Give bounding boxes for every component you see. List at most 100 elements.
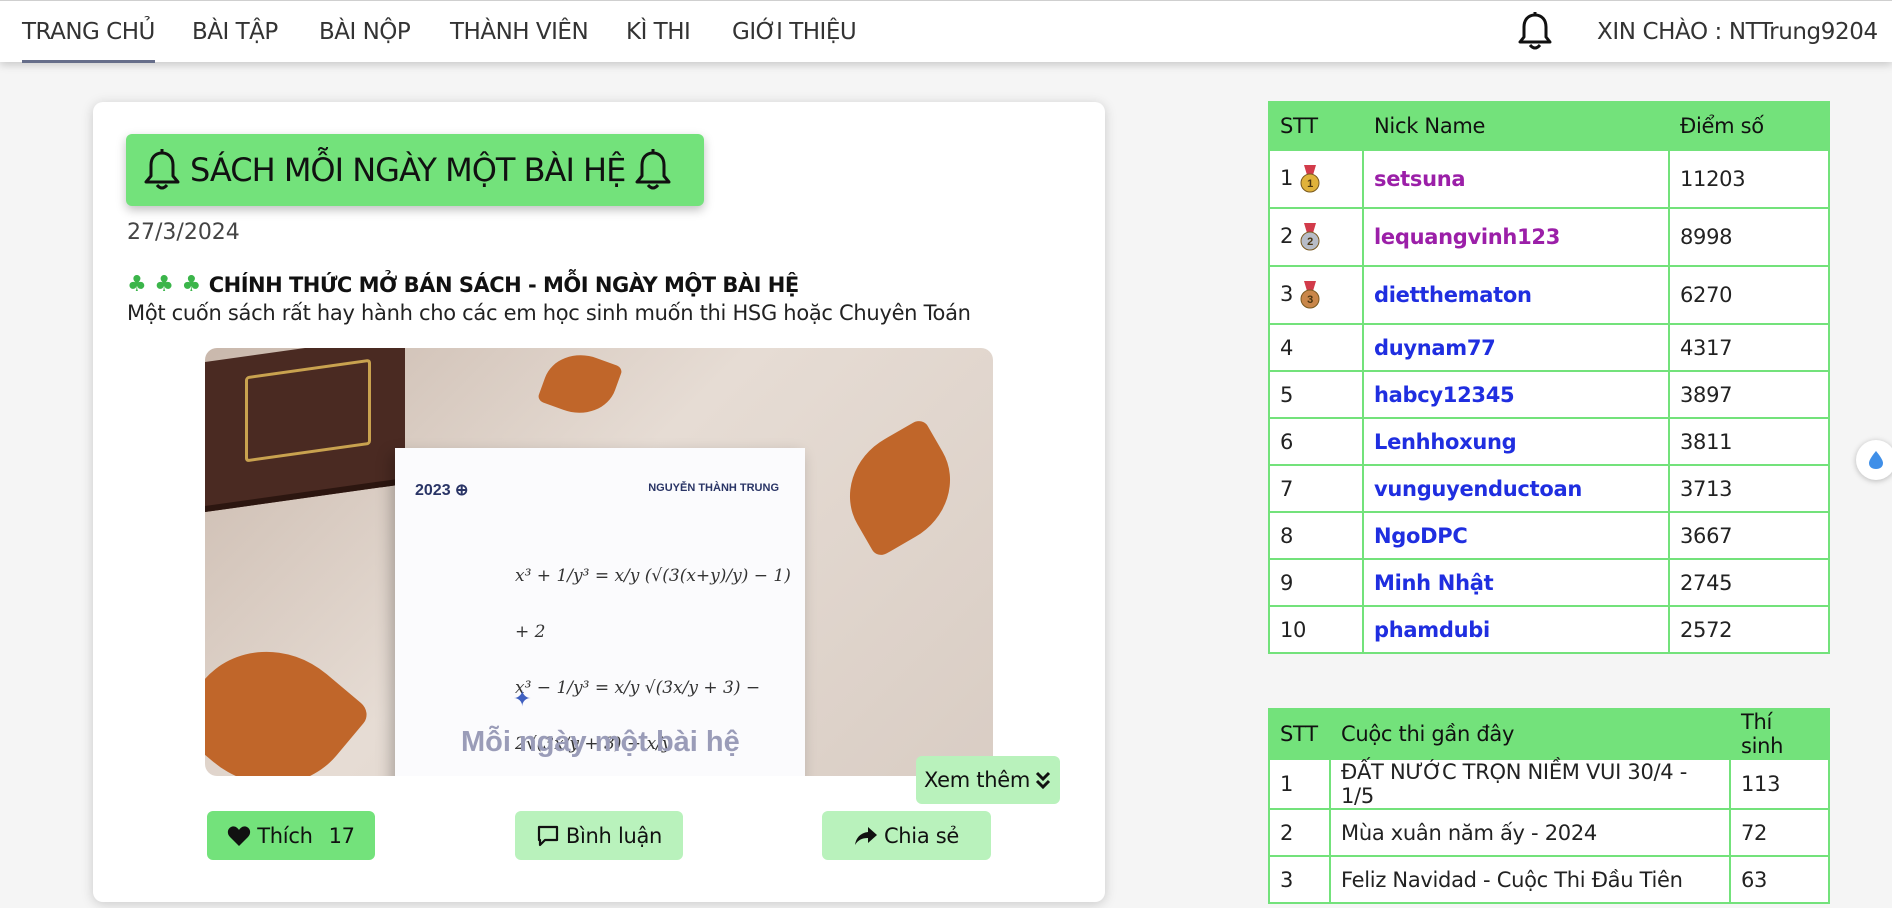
contest-name[interactable]: Mùa xuân năm ấy - 2024: [1329, 808, 1731, 857]
medal-bronze-icon: 3: [1300, 281, 1320, 309]
ranking-stt-text: 7: [1280, 476, 1294, 501]
post-card: SÁCH MỖI NGÀY MỘT BÀI HỆ 27/3/2024 ♣ ♣ ♣…: [93, 102, 1105, 902]
contest-name[interactable]: ĐẤT NƯỚC TRỌN NIỀM VUI 30/4 - 1/5: [1329, 758, 1731, 810]
post-date: 27/3/2024: [127, 220, 240, 245]
ranking-nick[interactable]: NgoDPC: [1362, 511, 1670, 560]
ranking-nick[interactable]: setsuna: [1362, 149, 1670, 209]
chevron-double-down-icon: [1035, 771, 1051, 790]
ranking-nick[interactable]: vunguyenductoan: [1362, 464, 1670, 513]
notification-bell-icon[interactable]: [1515, 11, 1555, 53]
post-description: Một cuốn sách rất hay hành cho các em họ…: [127, 301, 971, 325]
svg-text:2: 2: [1307, 236, 1313, 248]
contest-table: STT Cuộc thi gần đây Thí sinh 1 ĐẤT NƯỚC …: [1268, 708, 1830, 904]
contest-stt: 2: [1268, 808, 1331, 857]
ranking-nick[interactable]: lequangvinh123: [1362, 207, 1670, 267]
see-more-button[interactable]: Xem thêm: [916, 756, 1060, 804]
heart-icon: [228, 825, 251, 846]
ranking-stt-text: 9: [1280, 570, 1294, 595]
user-greeting[interactable]: XIN CHÀO : NTTrung9204: [1597, 1, 1878, 63]
nav-about[interactable]: GIỚI THIỆU: [732, 1, 857, 63]
ranking-stt-text: 3: [1280, 282, 1294, 306]
ranking-nick[interactable]: habcy12345: [1362, 370, 1670, 419]
like-count: 17: [328, 823, 355, 848]
nav-home[interactable]: TRANG CHỦ: [22, 1, 155, 63]
post-image[interactable]: 2023 ⊕ NGUYỄN THÀNH TRUNG x³ + 1/y³ = x/…: [205, 348, 993, 776]
ranking-row: 1 1 setsuna 11203: [1268, 149, 1830, 209]
ranking-stt: 8: [1268, 511, 1364, 560]
nav-exercises[interactable]: BÀI TẬP: [192, 1, 278, 63]
bell-icon: [635, 149, 671, 190]
see-more-label: Xem thêm: [923, 768, 1030, 792]
ranking-score: 4317: [1668, 323, 1830, 372]
ranking-nick[interactable]: Lenhhoxung: [1362, 417, 1670, 466]
leaf-decoration: [205, 616, 373, 776]
nav-members[interactable]: THÀNH VIÊN: [450, 1, 589, 63]
contest-row: 2 Mùa xuân năm ấy - 2024 72: [1268, 808, 1830, 857]
contest-count: 72: [1729, 808, 1830, 857]
ranking-row: 2 2 lequangvinh123 8998: [1268, 207, 1830, 267]
ranking-score: 6270: [1668, 265, 1830, 325]
ranking-stt: 9: [1268, 558, 1364, 607]
ranking-stt-text: 1: [1280, 166, 1294, 190]
water-drop-widget-button[interactable]: [1856, 440, 1892, 480]
medal-silver-icon: 2: [1300, 223, 1320, 251]
share-icon: [854, 826, 877, 845]
ranking-nick[interactable]: phamdubi: [1362, 605, 1670, 654]
ranking-row: 6 Lenhhoxung 3811: [1268, 417, 1830, 466]
leaf-decoration: [536, 348, 624, 425]
ranking-score: 11203: [1668, 149, 1830, 209]
contest-count: 113: [1729, 758, 1830, 810]
ranking-row: 5 habcy12345 3897: [1268, 370, 1830, 419]
ranking-score: 3713: [1668, 464, 1830, 513]
ranking-nick[interactable]: duynam77: [1362, 323, 1670, 372]
ranking-score: 2572: [1668, 605, 1830, 654]
ranking-score: 3811: [1668, 417, 1830, 466]
ranking-row: 7 vunguyenductoan 3713: [1268, 464, 1830, 513]
ranking-stt: 6: [1268, 417, 1364, 466]
ranking-nick[interactable]: Minh Nhật: [1362, 558, 1670, 607]
contest-header-count: Thí sinh: [1729, 708, 1830, 760]
nav-contests[interactable]: KÌ THI: [626, 1, 691, 63]
medal-gold-icon: 1: [1300, 165, 1320, 193]
like-label: Thích: [257, 823, 313, 848]
book-brand: Mỗi ngày một bài hệ: [461, 726, 740, 758]
contest-header-stt: STT: [1268, 708, 1331, 760]
book-author: NGUYỄN THÀNH TRUNG: [648, 482, 779, 494]
svg-text:3: 3: [1307, 294, 1313, 306]
ranking-stt: 10: [1268, 605, 1364, 654]
ranking-row: 10 phamdubi 2572: [1268, 605, 1830, 654]
comment-button[interactable]: Bình luận: [515, 811, 683, 860]
ranking-score: 8998: [1668, 207, 1830, 267]
ranking-stt-text: 6: [1280, 429, 1294, 454]
ranking-stt-text: 8: [1280, 523, 1294, 548]
clover-icon: ♣: [181, 272, 201, 297]
contest-name[interactable]: Feliz Navidad - Cuộc Thi Đầu Tiên: [1329, 855, 1731, 904]
book-decoration: [205, 348, 405, 513]
ranking-table: STT Nick Name Điểm số 1 1 setsuna 11203 2 2 le…: [1268, 101, 1830, 654]
nav-submissions[interactable]: BÀI NỘP: [319, 1, 411, 63]
ranking-row: 4 duynam77 4317: [1268, 323, 1830, 372]
ranking-header-row: STT Nick Name Điểm số: [1268, 101, 1830, 151]
ranking-nick[interactable]: dietthematon: [1362, 265, 1670, 325]
comment-label: Bình luận: [565, 823, 663, 848]
clover-icon: ♣: [154, 272, 174, 297]
share-button[interactable]: Chia sẻ: [822, 811, 991, 860]
ranking-header-score: Điểm số: [1668, 101, 1830, 151]
clover-icon: ♣: [127, 272, 147, 297]
post-headline: ♣ ♣ ♣ CHÍNH THỨC MỞ BÁN SÁCH - MỖI NGÀY …: [127, 272, 799, 297]
book-year: 2023 ⊕: [415, 482, 469, 499]
share-label: Chia sẻ: [883, 823, 960, 848]
post-title-banner[interactable]: SÁCH MỖI NGÀY MỘT BÀI HỆ: [126, 134, 704, 206]
ranking-stt: 11: [1268, 149, 1364, 209]
sparkle-icon: ✦: [513, 686, 532, 711]
ranking-row: 9 Minh Nhật 2745: [1268, 558, 1830, 607]
ranking-row: 8 NgoDPC 3667: [1268, 511, 1830, 560]
water-drop-icon: [1869, 451, 1883, 469]
book-cover: 2023 ⊕ NGUYỄN THÀNH TRUNG x³ + 1/y³ = x/…: [395, 448, 805, 776]
like-button[interactable]: Thích 17: [207, 811, 375, 860]
ranking-stt: 22: [1268, 207, 1364, 267]
ranking-stt-text: 5: [1280, 382, 1294, 407]
svg-text:1: 1: [1307, 178, 1313, 190]
contest-stt: 1: [1268, 758, 1331, 810]
leaf-decoration: [827, 417, 973, 559]
